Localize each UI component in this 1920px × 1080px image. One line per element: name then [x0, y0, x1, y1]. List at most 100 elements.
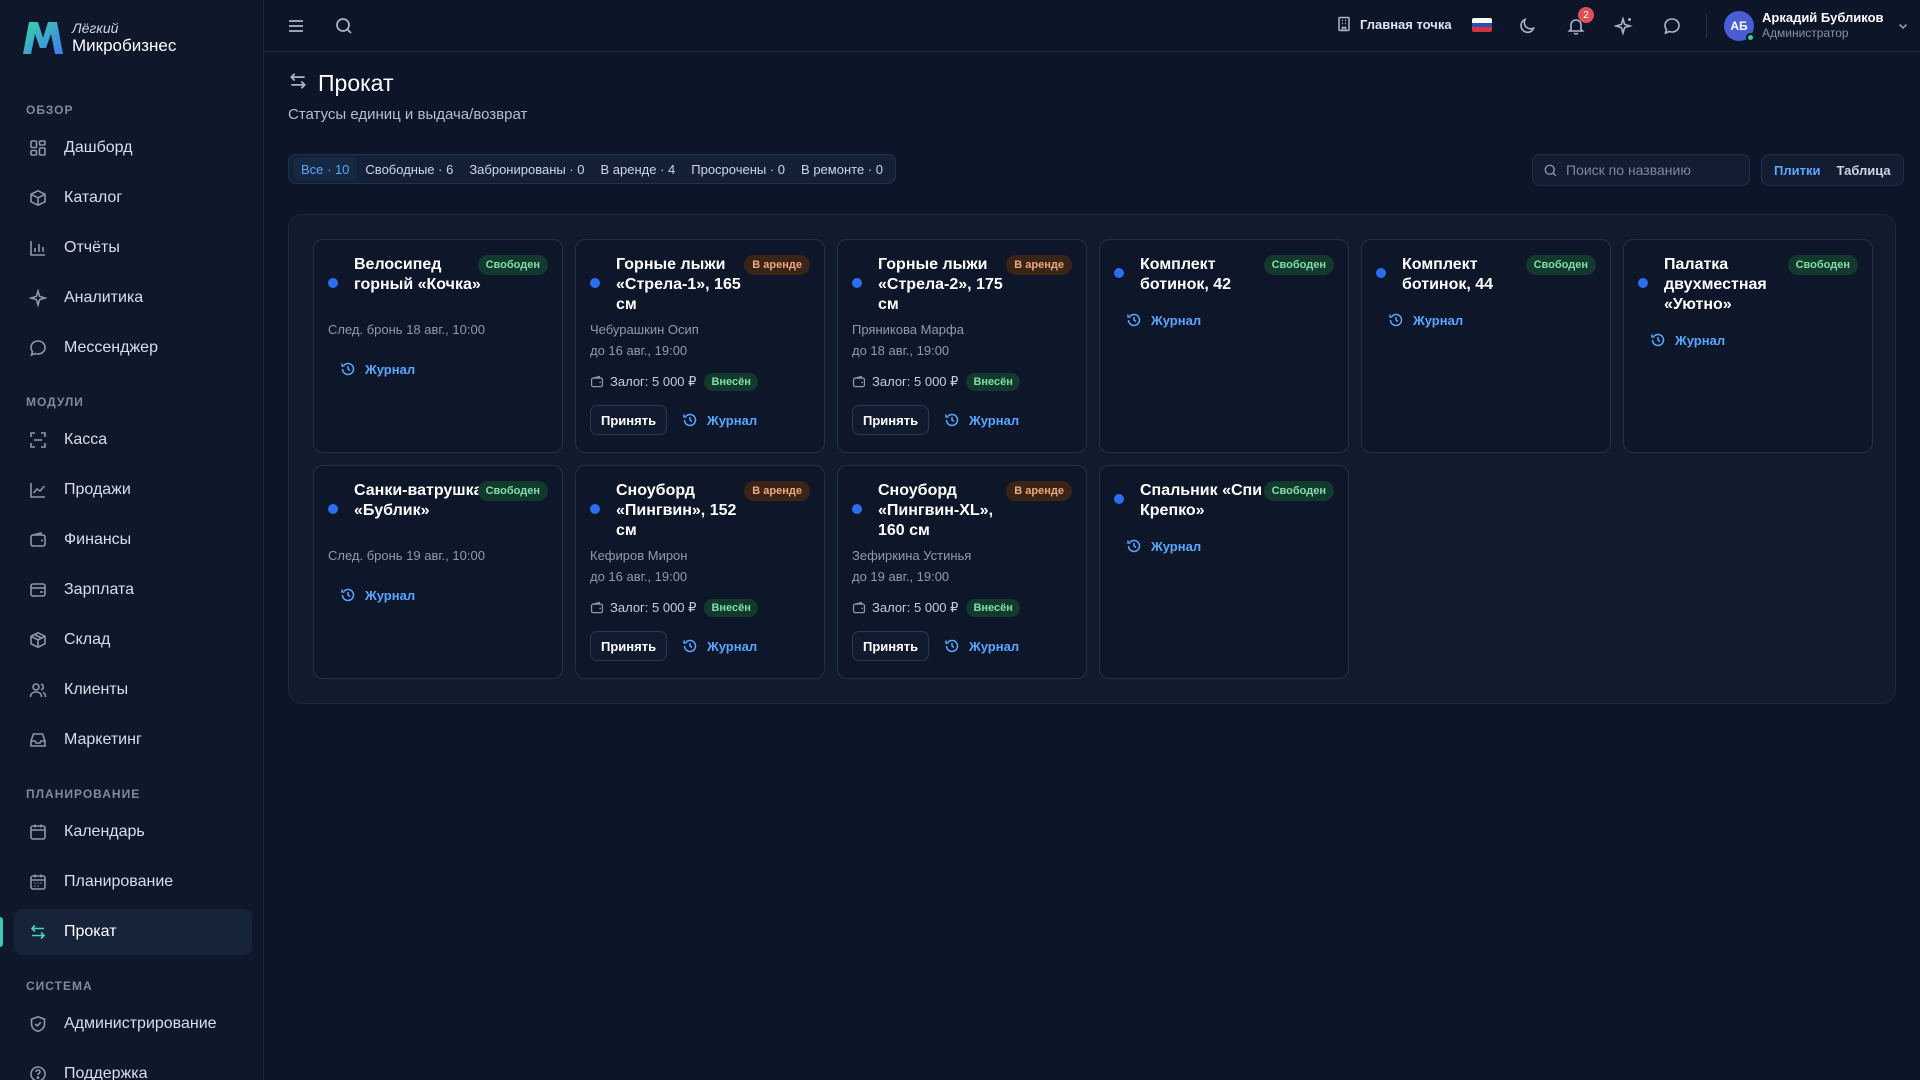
status-dot [328, 278, 338, 288]
sidebar-item-cashier[interactable]: Касса [14, 417, 252, 463]
sidebar-item-marketing[interactable]: Маркетинг [14, 717, 252, 763]
filter-all[interactable]: Все · 10 [293, 157, 358, 181]
view-table-button[interactable]: Таблица [1828, 158, 1898, 182]
journal-link[interactable]: Журнал [340, 361, 415, 377]
users-icon [28, 680, 48, 700]
search-icon [1544, 164, 1557, 176]
sidebar-item-finance[interactable]: Финансы [14, 517, 252, 563]
sidebar-item-dashboard[interactable]: Дашборд [14, 125, 252, 171]
status-badge: В аренде [1006, 255, 1072, 275]
journal-link[interactable]: Журнал [944, 412, 1019, 428]
wallet-icon [852, 601, 866, 615]
journal-link[interactable]: Журнал [1126, 538, 1201, 554]
search-icon[interactable] [332, 14, 356, 38]
rental-card[interactable]: Сноуборд «Пингвин», 152 см В аренде Кефи… [575, 465, 825, 679]
sidebar-item-support[interactable]: Поддержка [14, 1051, 252, 1080]
menu-icon[interactable] [284, 14, 308, 38]
sidebar-item-admin[interactable]: Администрирование [14, 1001, 252, 1047]
sparkles-icon[interactable] [1612, 14, 1636, 38]
sidebar: Лёгкий Микробизнес ОБЗОР Дашборд Каталог… [0, 0, 264, 1080]
renter-name: Зефиркина Устинья [852, 548, 972, 563]
journal-link[interactable]: Журнал [1388, 312, 1463, 328]
due-date: до 16 авг., 19:00 [590, 343, 688, 358]
journal-label: Журнал [969, 412, 1020, 428]
next-booking: След. бронь 19 авг., 10:00 [328, 548, 485, 563]
rental-card[interactable]: Спальник «Спи Крепко» Свободен Журнал [1099, 465, 1349, 679]
rental-card[interactable]: Горные лыжи «Стрела-1», 165 см В аренде … [575, 239, 825, 453]
sidebar-item-clients[interactable]: Клиенты [14, 667, 252, 713]
rental-card[interactable]: Комплект ботинок, 42 Свободен Журнал [1099, 239, 1349, 453]
status-dot [852, 504, 862, 514]
view-tiles-button[interactable]: Плитки [1766, 158, 1828, 182]
topbar: Главная точка 2 АБ Аркадий Бубликов Адми… [264, 0, 1920, 52]
rental-card[interactable]: Санки-ватрушка «Бублик» Свободен След. б… [313, 465, 563, 679]
sidebar-item-analytics[interactable]: Аналитика [14, 275, 252, 321]
status-filter-tabs: Все · 10 Свободные · 6 Забронированы · 0… [288, 154, 896, 184]
filter-booked[interactable]: Забронированы · 0 [461, 157, 592, 181]
sidebar-item-label: Администрирование [64, 1015, 217, 1032]
rental-card[interactable]: Горные лыжи «Стрела-2», 175 см В аренде … [837, 239, 1087, 453]
cards-panel: Велосипед горный «Кочка» Свободен След. … [288, 214, 1896, 704]
accept-return-button[interactable]: Принять [852, 405, 930, 435]
box-icon [28, 188, 48, 208]
search-input[interactable] [1566, 162, 1736, 178]
journal-label: Журнал [969, 638, 1020, 654]
rental-card[interactable]: Палатка двухместная «Уютно» Свободен Жур… [1623, 239, 1873, 453]
sidebar-item-rental[interactable]: Прокат [14, 909, 252, 955]
sidebar-item-label: Прокат [64, 923, 117, 940]
journal-label: Журнал [707, 638, 758, 654]
status-dot [1638, 278, 1648, 288]
filter-repair[interactable]: В ремонте · 0 [793, 157, 891, 181]
sidebar-item-catalog[interactable]: Каталог [14, 175, 252, 221]
item-name: Сноуборд «Пингвин», 152 см [616, 482, 737, 539]
item-name: Горные лыжи «Стрела-2», 175 см [878, 256, 1003, 313]
sidebar-item-reports[interactable]: Отчёты [14, 225, 252, 271]
sidebar-item-messenger[interactable]: Мессенджер [14, 325, 252, 371]
sidebar-item-calendar[interactable]: Календарь [14, 809, 252, 855]
deposit-row: Залог: 5 000 ₽ Внесён [852, 373, 1020, 391]
sidebar-item-warehouse[interactable]: Склад [14, 617, 252, 663]
sidebar-item-label: Дашборд [64, 139, 133, 156]
filter-free[interactable]: Свободные · 6 [357, 157, 461, 181]
building-icon [1338, 16, 1350, 32]
sidebar-item-salary[interactable]: Зарплата [14, 567, 252, 613]
rental-card[interactable]: Сноуборд «Пингвин-XL», 160 см В аренде З… [837, 465, 1087, 679]
renter-name: Кефиров Мирон [590, 548, 688, 563]
history-icon [682, 638, 698, 654]
journal-link[interactable]: Журнал [1126, 312, 1201, 328]
user-menu[interactable]: АБ Аркадий Бубликов Администратор [1724, 10, 1910, 42]
item-name: Горные лыжи «Стрела-1», 165 см [616, 256, 741, 313]
journal-link[interactable]: Журнал [340, 587, 415, 603]
brand-name: Микробизнес [72, 36, 177, 55]
filter-overdue[interactable]: Просрочены · 0 [683, 157, 793, 181]
journal-link[interactable]: Журнал [944, 638, 1019, 654]
journal-label: Журнал [1151, 312, 1202, 328]
accept-return-button[interactable]: Принять [590, 631, 668, 661]
journal-link[interactable]: Журнал [682, 412, 757, 428]
language-flag-ru-icon[interactable] [1472, 18, 1492, 32]
chat-icon[interactable] [1660, 14, 1684, 38]
accept-return-button[interactable]: Принять [590, 405, 668, 435]
wallet-icon [852, 375, 866, 389]
rental-card[interactable]: Комплект ботинок, 44 Свободен Журнал [1361, 239, 1611, 453]
line-chart-icon [28, 480, 48, 500]
journal-link[interactable]: Журнал [682, 638, 757, 654]
status-dot [590, 278, 600, 288]
topbar-divider [1706, 14, 1707, 38]
sidebar-item-planning[interactable]: Планирование [14, 859, 252, 905]
brand[interactable]: Лёгкий Микробизнес [20, 18, 176, 58]
accept-return-button[interactable]: Принять [852, 631, 930, 661]
sidebar-item-sales[interactable]: Продажи [14, 467, 252, 513]
history-icon [1126, 312, 1142, 328]
rental-card[interactable]: Велосипед горный «Кочка» Свободен След. … [313, 239, 563, 453]
moon-icon[interactable] [1516, 14, 1540, 38]
location-selector[interactable]: Главная точка [1336, 16, 1452, 32]
journal-link[interactable]: Журнал [1650, 332, 1725, 348]
item-name: Велосипед горный «Кочка» [354, 256, 481, 293]
deposit-paid-badge: Внесён [704, 599, 758, 617]
filter-rented[interactable]: В аренде · 4 [593, 157, 684, 181]
item-name: Палатка двухместная «Уютно» [1664, 256, 1767, 313]
status-badge: В аренде [1006, 481, 1072, 501]
renter-name: Чебурашкин Осип [590, 322, 699, 337]
user-role: Администратор [1762, 26, 1849, 40]
